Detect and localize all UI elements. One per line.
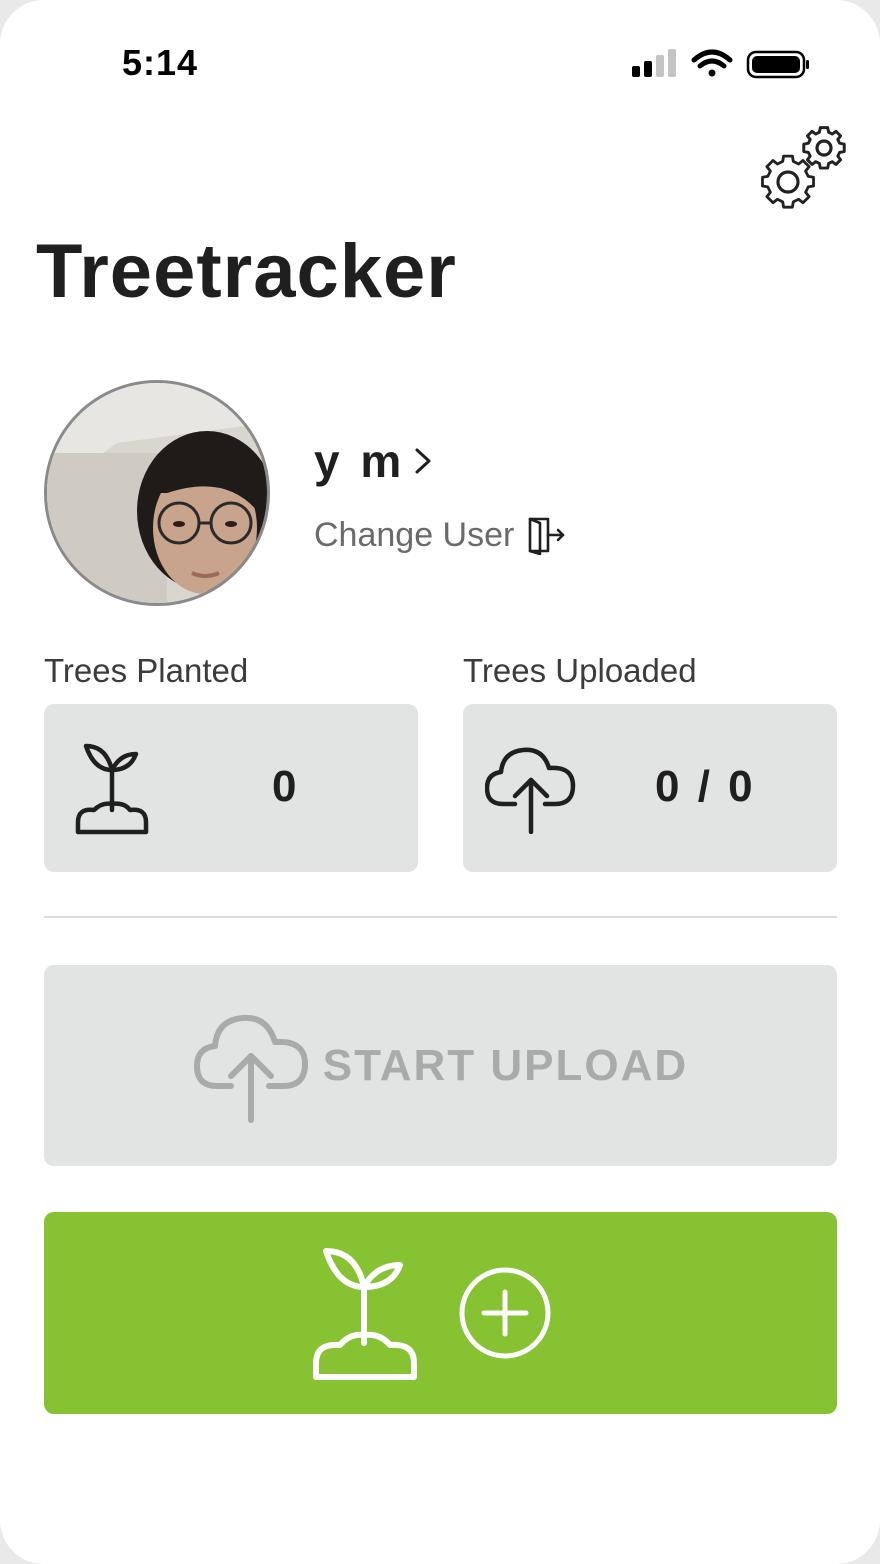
app-screen: 5:14 Treetracker y m Change User Trees P… bbox=[0, 0, 880, 1564]
user-photo bbox=[47, 383, 267, 603]
trees-uploaded-value: 0 / 0 bbox=[655, 762, 756, 811]
start-upload-button[interactable]: START UPLOAD bbox=[44, 965, 837, 1166]
cellular-signal-icon bbox=[632, 49, 676, 77]
trees-planted-value: 0 bbox=[272, 762, 300, 811]
plus-circle-icon bbox=[459, 1267, 550, 1359]
settings-gears-icon[interactable] bbox=[756, 124, 850, 216]
cloud-upload-icon bbox=[193, 1014, 308, 1123]
trees-planted-card: 0 bbox=[44, 704, 418, 872]
change-user-button[interactable]: Change User bbox=[314, 510, 566, 560]
app-title: Treetracker bbox=[36, 229, 457, 314]
wifi-icon bbox=[691, 49, 733, 77]
divider bbox=[44, 916, 837, 918]
change-user-label: Change User bbox=[314, 515, 515, 554]
user-name: y m bbox=[314, 435, 406, 487]
logout-icon bbox=[529, 517, 565, 555]
cloud-upload-icon bbox=[485, 747, 576, 834]
trees-planted-label: Trees Planted bbox=[44, 652, 249, 689]
trees-uploaded-card: 0 / 0 bbox=[463, 704, 837, 872]
chevron-right-icon bbox=[415, 448, 431, 474]
status-icons bbox=[632, 49, 809, 79]
sprout-icon bbox=[75, 743, 149, 835]
sprout-icon bbox=[312, 1248, 417, 1380]
avatar[interactable] bbox=[44, 380, 270, 606]
trees-uploaded-label: Trees Uploaded bbox=[463, 652, 697, 689]
user-profile-link[interactable]: y m bbox=[314, 434, 433, 488]
plant-tree-button[interactable] bbox=[44, 1212, 837, 1414]
status-time: 5:14 bbox=[122, 42, 199, 83]
start-upload-label: START UPLOAD bbox=[322, 1040, 689, 1090]
battery-icon bbox=[746, 50, 809, 79]
